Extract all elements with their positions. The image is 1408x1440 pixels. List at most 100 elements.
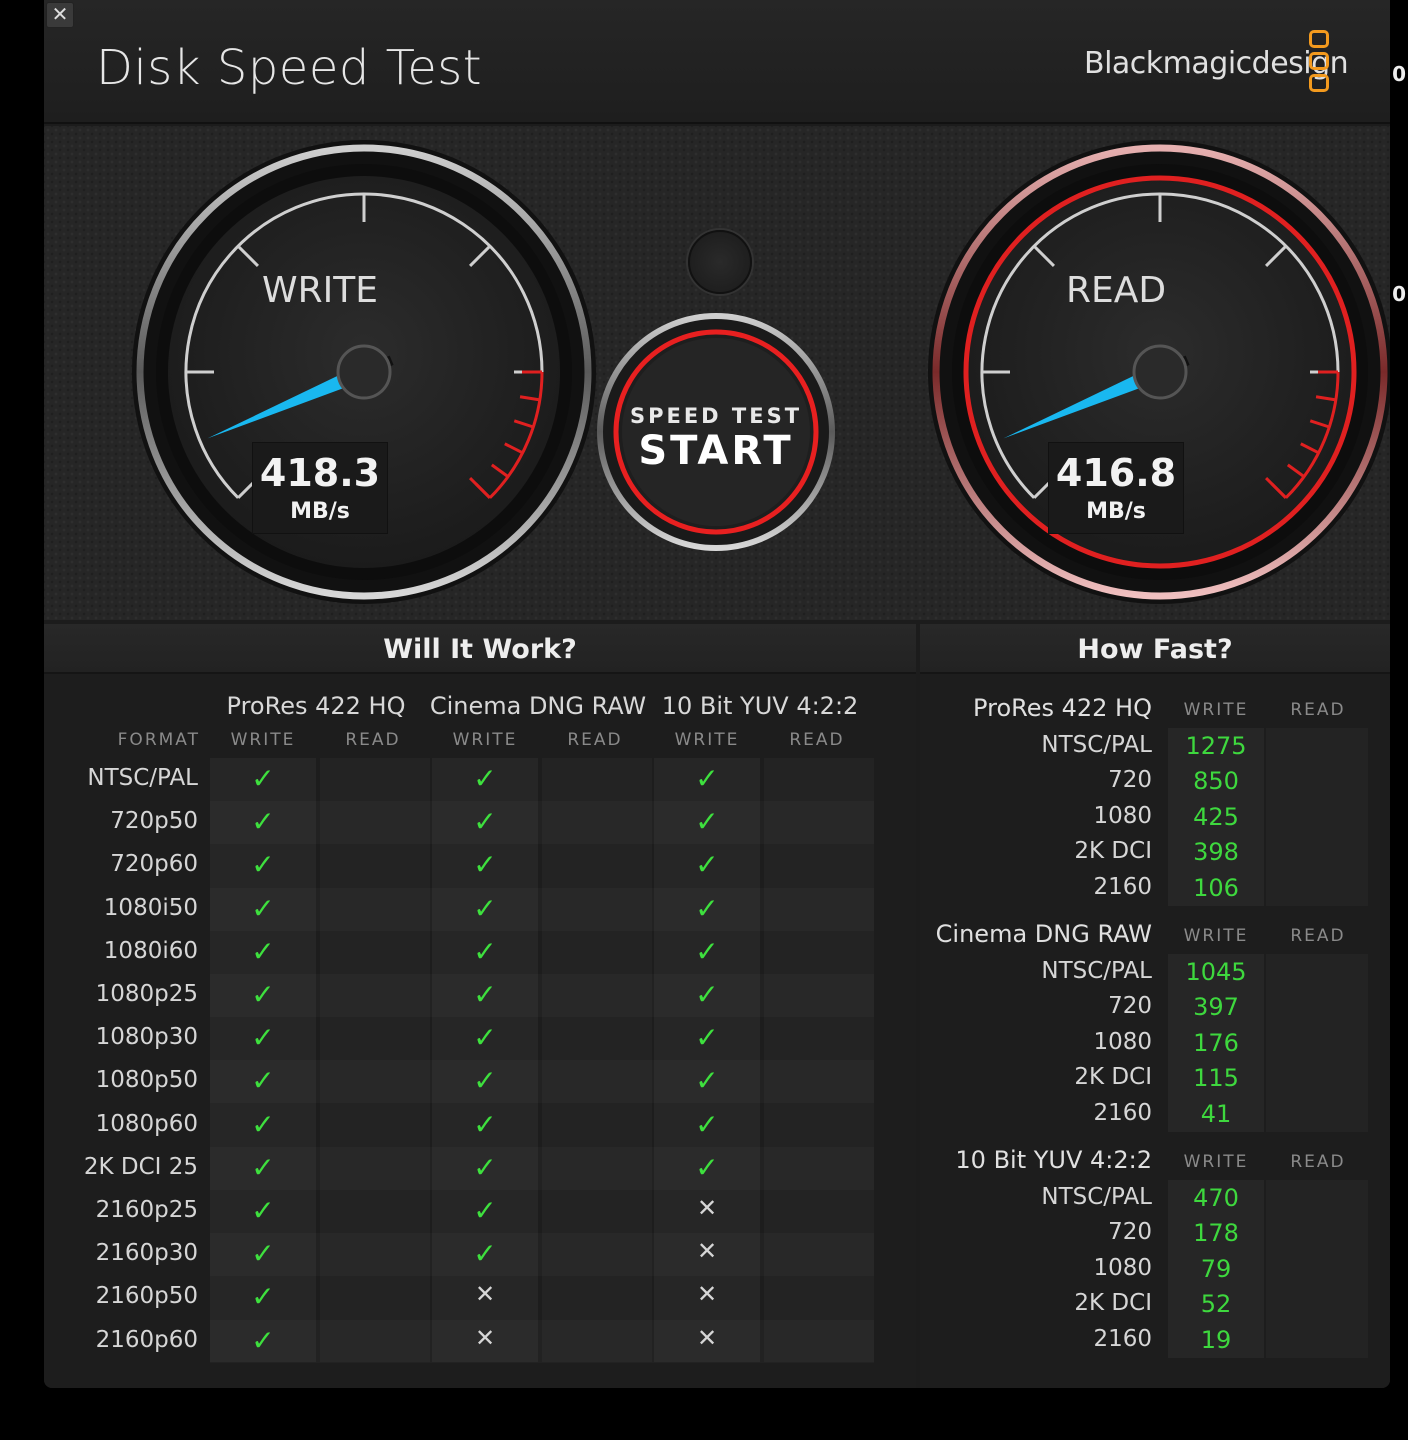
check-icon: ✓ <box>251 763 275 794</box>
edge-mark-1: 0 <box>1392 62 1406 86</box>
write-col-header: WRITE <box>1183 926 1249 946</box>
read-unit: MB/s <box>1086 499 1146 524</box>
read-readout: 416.8 MB/s <box>1048 442 1184 534</box>
format-label: 2K DCI <box>1074 838 1152 865</box>
check-icon: ✓ <box>695 979 719 1010</box>
check-icon: ✓ <box>251 1281 275 1313</box>
format-label: 1080p30 <box>95 1024 198 1051</box>
check-icon: ✓ <box>695 1065 719 1097</box>
check-icon: ✓ <box>251 892 275 924</box>
codec-header: 10 Bit YUV 4:2:2 <box>661 692 859 720</box>
format-label: NTSC/PAL <box>1041 1184 1152 1210</box>
read-value: 416.8 <box>1055 451 1177 495</box>
codec-header: ProRes 422 HQ <box>226 692 406 720</box>
format-label: 1080 <box>1093 1028 1152 1055</box>
read-col-bg <box>1266 728 1368 906</box>
read-col-header: READ <box>345 730 401 750</box>
check-icon: ✓ <box>695 892 719 924</box>
brand-logo-icon <box>1309 30 1329 96</box>
write-speed-value: 850 <box>1193 767 1239 796</box>
check-icon: ✓ <box>473 1151 497 1183</box>
check-icon: ✓ <box>251 1238 275 1270</box>
codec-header: Cinema DNG RAW <box>429 692 647 720</box>
check-icon: ✓ <box>251 1324 275 1356</box>
close-button[interactable]: ✕ <box>46 2 74 28</box>
check-icon: ✓ <box>473 1022 497 1054</box>
cross-icon: ✕ <box>474 1324 496 1352</box>
cross-icon: ✕ <box>696 1324 718 1352</box>
write-speed-value: 1275 <box>1185 732 1247 760</box>
format-label: 2K DCI <box>1074 1064 1152 1091</box>
read-col-header: READ <box>567 730 623 750</box>
format-label: 2160p25 <box>95 1197 198 1223</box>
codec-header: Cinema DNG RAW <box>935 920 1152 948</box>
title-bar: Disk Speed Test Blackmagicdesign <box>44 0 1390 124</box>
format-label: 720 <box>1108 993 1152 1020</box>
write-speed-value: 176 <box>1193 1028 1239 1057</box>
check-icon: ✓ <box>473 935 497 967</box>
write-speed-value: 106 <box>1193 873 1239 902</box>
read-col-header: READ <box>1290 926 1346 946</box>
write-speed-value: 425 <box>1193 802 1239 831</box>
format-label: 2K DCI <box>1074 1290 1152 1317</box>
write-speed-value: 52 <box>1200 1290 1232 1319</box>
start-button-main: START <box>638 428 794 474</box>
format-label: 1080p25 <box>95 981 198 1007</box>
start-button[interactable]: SPEED TEST START <box>618 334 814 530</box>
read-gauge-label: READ <box>1065 270 1167 311</box>
will-it-work-title: Will It Work? <box>44 624 916 674</box>
codec-header: ProRes 422 HQ <box>973 694 1152 722</box>
format-label: 1080 <box>1093 802 1152 829</box>
write-speed-value: 41 <box>1200 1099 1232 1128</box>
read-col-header: READ <box>789 730 845 750</box>
format-label: 1080i60 <box>103 937 198 964</box>
check-icon: ✓ <box>473 892 497 924</box>
format-label: 720p50 <box>110 808 198 835</box>
check-icon: ✓ <box>251 1022 275 1054</box>
write-readout: 418.3 MB/s <box>252 442 388 534</box>
format-label: 2K DCI 25 <box>83 1153 198 1180</box>
check-icon: ✓ <box>251 1065 275 1097</box>
check-icon: ✓ <box>473 979 497 1010</box>
check-icon: ✓ <box>695 806 719 838</box>
edge-mark-2: 0 <box>1392 282 1406 306</box>
format-header: FORMAT <box>117 730 200 750</box>
write-unit: MB/s <box>290 499 350 524</box>
write-speed-value: 178 <box>1193 1219 1239 1248</box>
format-label: 1080p50 <box>95 1067 198 1094</box>
format-label: 2160 <box>1093 873 1152 900</box>
write-speed-value: 397 <box>1193 993 1239 1022</box>
write-gauge-label: WRITE <box>262 270 378 311</box>
write-speed-value: 115 <box>1193 1064 1239 1093</box>
write-speed-value: 79 <box>1200 1254 1232 1283</box>
write-col-header: WRITE <box>1183 1152 1249 1172</box>
cross-icon: ✕ <box>474 1281 496 1309</box>
write-speed-value: 19 <box>1200 1325 1232 1354</box>
app-title: Disk Speed Test <box>96 40 483 96</box>
start-button-sub: SPEED TEST <box>629 404 803 428</box>
check-icon: ✓ <box>251 979 275 1010</box>
check-icon: ✓ <box>473 849 497 881</box>
format-label: 2160p60 <box>95 1326 198 1353</box>
format-label: 2160 <box>1093 1325 1152 1352</box>
format-label: 1080i50 <box>103 894 198 921</box>
format-label: 720 <box>1108 767 1152 794</box>
check-icon: ✓ <box>251 935 275 967</box>
write-speed-value: 470 <box>1193 1184 1239 1212</box>
check-icon: ✓ <box>473 1065 497 1097</box>
check-icon: ✓ <box>695 849 719 881</box>
check-icon: ✓ <box>473 1238 497 1270</box>
format-label: 720p60 <box>110 851 198 878</box>
check-icon: ✓ <box>473 763 497 794</box>
write-speed-value: 1045 <box>1185 958 1247 986</box>
how-fast-panel: How Fast? ProRes 422 HQ WRITE READ NTSC/PAL… <box>920 624 1390 1388</box>
write-col-header: WRITE <box>452 730 518 750</box>
read-col-bg <box>1266 954 1368 1132</box>
cross-icon: ✕ <box>696 1238 718 1266</box>
read-col-header: READ <box>1290 700 1346 720</box>
check-icon: ✓ <box>251 806 275 838</box>
settings-button[interactable] <box>688 230 752 294</box>
codec-header: 10 Bit YUV 4:2:2 <box>955 1146 1152 1174</box>
check-icon: ✓ <box>473 806 497 838</box>
check-icon: ✓ <box>695 1108 719 1140</box>
